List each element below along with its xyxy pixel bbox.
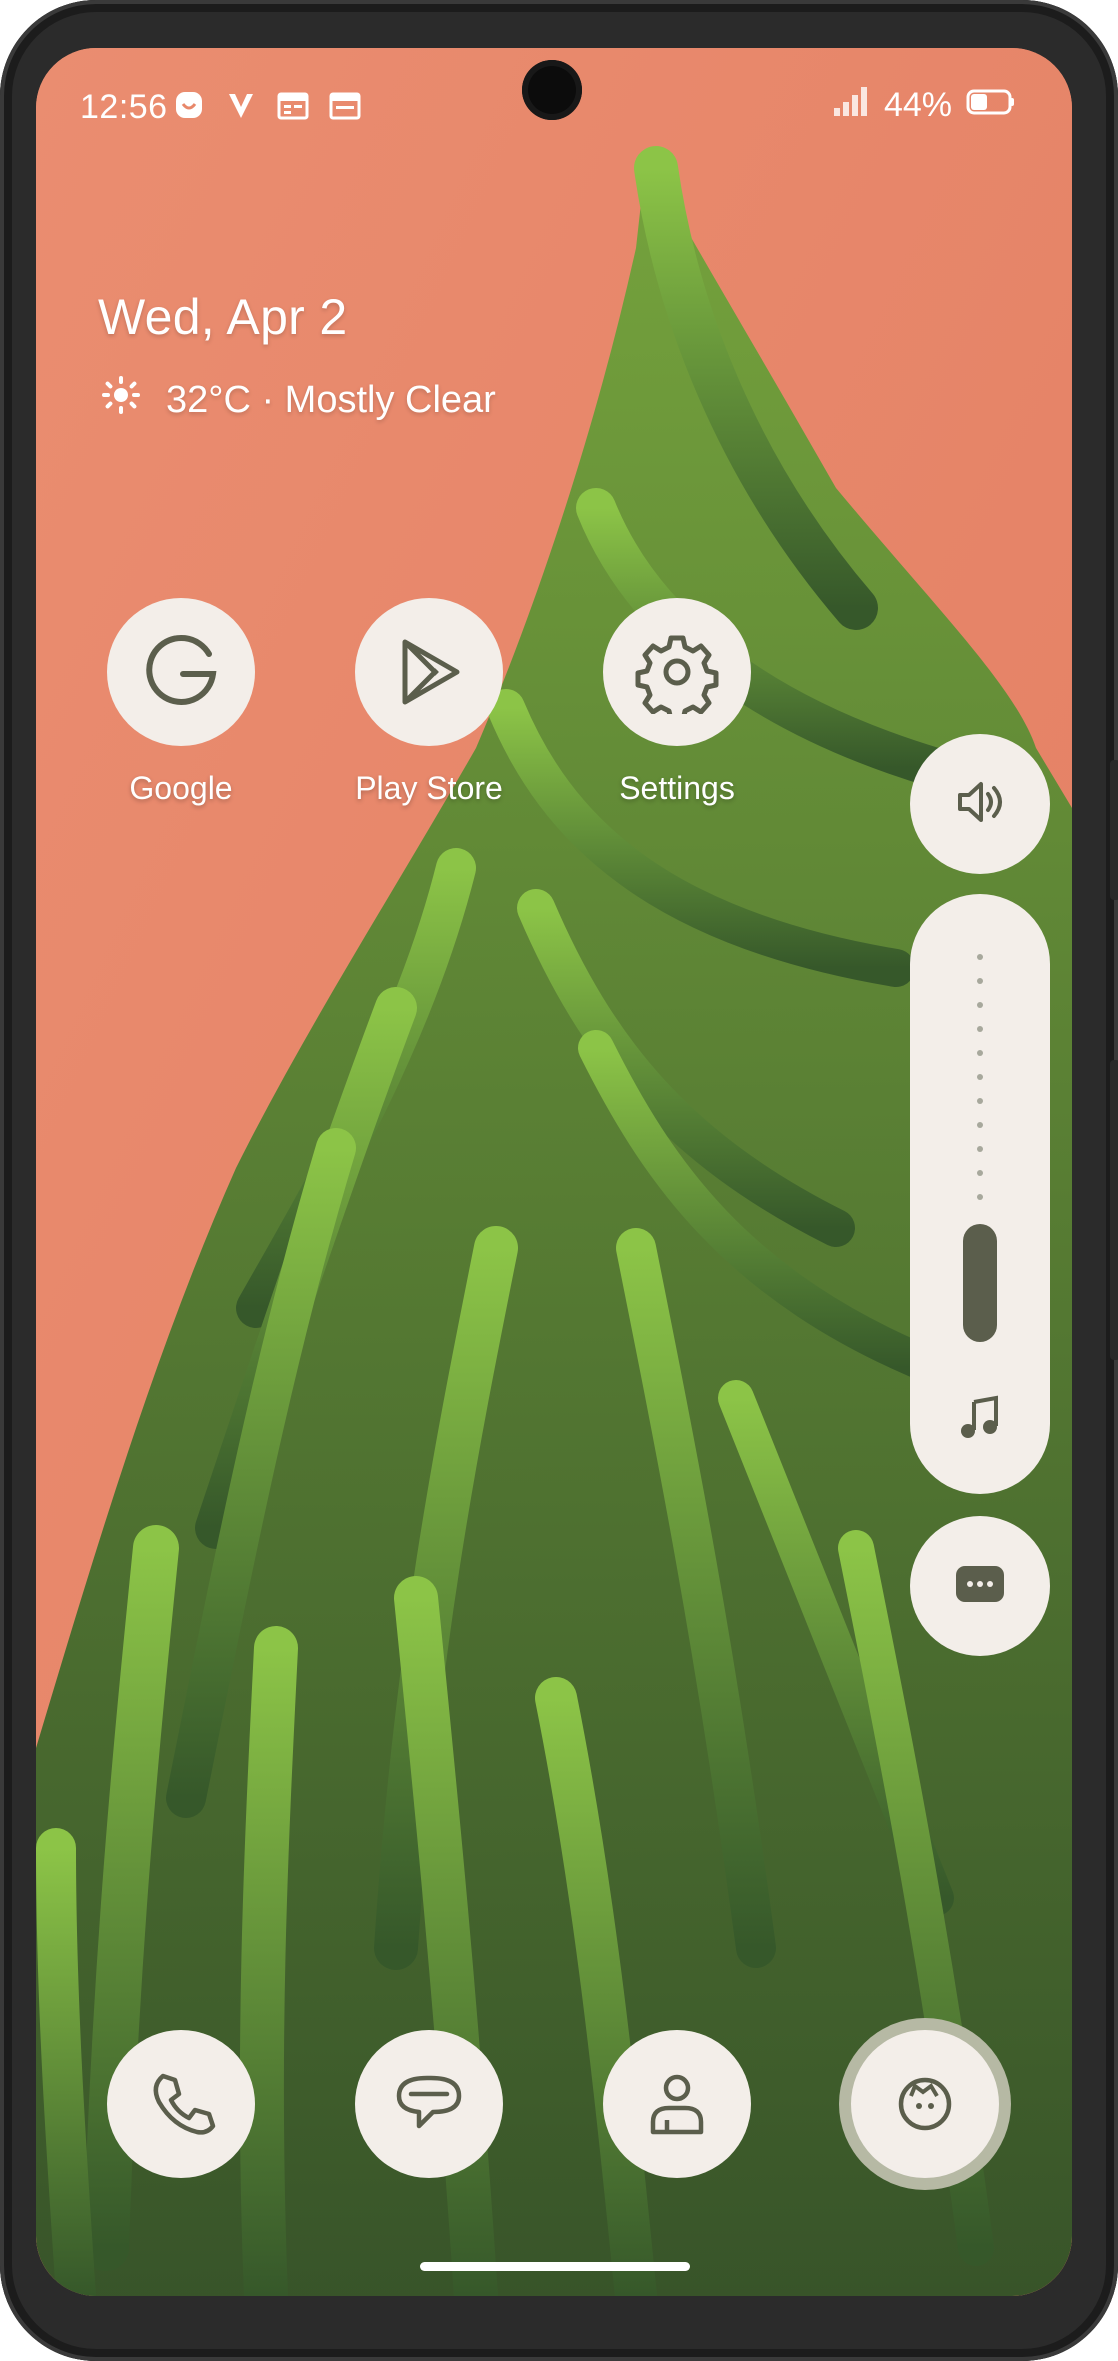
volume-mute-toggle[interactable] bbox=[910, 734, 1050, 874]
glance-date[interactable]: Wed, Apr 2 bbox=[98, 288, 496, 346]
cat-camera-icon[interactable] bbox=[851, 2030, 999, 2178]
home-screen: 12:56 44% Wed, Apr 2 32°C · Mostly Clear… bbox=[36, 48, 1072, 2296]
dock-contacts[interactable] bbox=[603, 2030, 751, 2178]
app-google[interactable]: Google bbox=[81, 598, 281, 807]
smiley-notification-icon bbox=[172, 88, 206, 122]
volume-tick bbox=[977, 1194, 983, 1200]
chat-bubble-icon[interactable] bbox=[355, 2030, 503, 2178]
google-icon[interactable] bbox=[107, 598, 255, 746]
glance-weather[interactable]: 32°C · Mostly Clear bbox=[98, 372, 496, 428]
more-options-icon bbox=[952, 1560, 1008, 1613]
clear-night-icon bbox=[98, 372, 144, 428]
status-bar: 12:56 44% bbox=[36, 48, 1072, 158]
app-label: Settings bbox=[619, 770, 735, 806]
power-button bbox=[1110, 760, 1118, 900]
volume-tick bbox=[977, 1098, 983, 1104]
volume-rocker bbox=[1110, 1060, 1118, 1360]
cellular-signal-icon bbox=[832, 84, 870, 127]
at-a-glance-widget[interactable]: Wed, Apr 2 32°C · Mostly Clear bbox=[98, 288, 496, 428]
music-note-icon bbox=[956, 1394, 1004, 1447]
v-notification-icon bbox=[224, 88, 258, 122]
phone-icon[interactable] bbox=[107, 2030, 255, 2178]
volume-tick bbox=[977, 1146, 983, 1152]
volume-slider[interactable] bbox=[910, 894, 1050, 1494]
app-label: Play Store bbox=[355, 770, 503, 806]
volume-tick bbox=[977, 1050, 983, 1056]
dock-phone[interactable] bbox=[107, 2030, 255, 2178]
dock-camera[interactable] bbox=[851, 2030, 999, 2178]
volume-more-options-button[interactable] bbox=[910, 1516, 1050, 1656]
status-time: 12:56 bbox=[80, 88, 168, 126]
volume-tick bbox=[977, 954, 983, 960]
volume-tick bbox=[977, 978, 983, 984]
volume-tick bbox=[977, 1002, 983, 1008]
volume-tick bbox=[977, 1074, 983, 1080]
volume-slider-thumb[interactable] bbox=[963, 1224, 997, 1342]
app-play-store[interactable]: Play Store bbox=[329, 598, 529, 807]
phone-frame: 12:56 44% Wed, Apr 2 32°C · Mostly Clear… bbox=[0, 0, 1118, 2361]
calendar-icon bbox=[276, 88, 310, 122]
speaker-icon bbox=[950, 772, 1010, 837]
gesture-home-bar[interactable] bbox=[420, 2262, 690, 2271]
dock-messages[interactable] bbox=[355, 2030, 503, 2178]
battery-icon bbox=[966, 86, 1016, 125]
person-icon[interactable] bbox=[603, 2030, 751, 2178]
weather-text: 32°C · Mostly Clear bbox=[166, 378, 496, 421]
app-settings[interactable]: Settings bbox=[577, 598, 777, 807]
volume-tick bbox=[977, 1122, 983, 1128]
volume-tick bbox=[977, 1026, 983, 1032]
battery-percent: 44% bbox=[883, 86, 952, 124]
gear-icon[interactable] bbox=[603, 598, 751, 746]
volume-tick bbox=[977, 1170, 983, 1176]
calendar-icon bbox=[328, 88, 362, 122]
play-store-icon[interactable] bbox=[355, 598, 503, 746]
app-label: Google bbox=[129, 770, 233, 806]
